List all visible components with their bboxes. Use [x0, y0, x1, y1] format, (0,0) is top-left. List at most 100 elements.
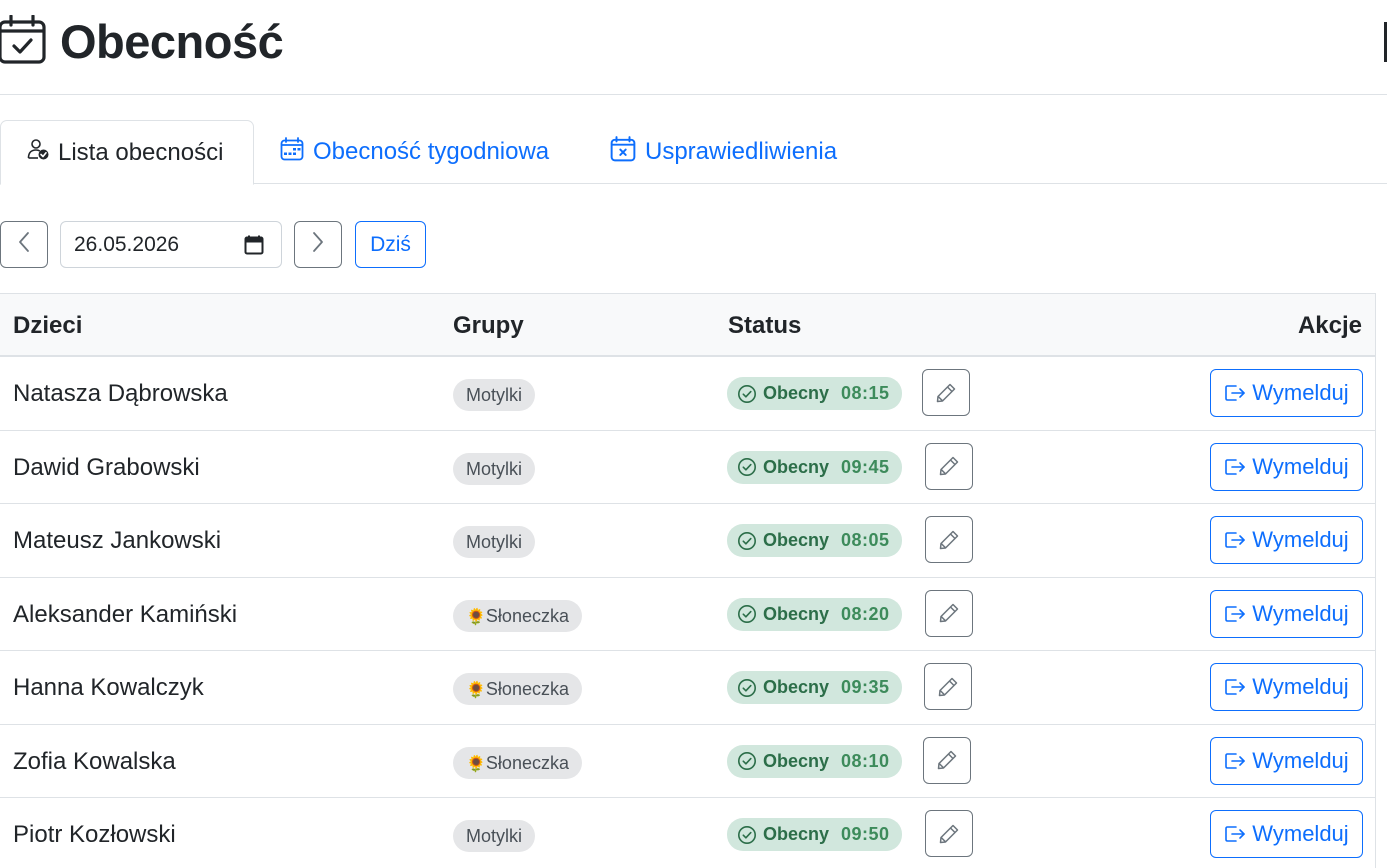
tab-label: Lista obecności: [58, 138, 224, 166]
group-name: Słoneczka: [485, 679, 569, 699]
box-arrow-right-icon: [1224, 529, 1246, 551]
box-arrow-right-icon: [1224, 456, 1246, 478]
edit-button[interactable]: [923, 736, 971, 784]
checkout-label: Wymelduj: [1252, 600, 1349, 626]
tab-weekly-attendance[interactable]: Obecność tygodniowa: [280, 120, 549, 184]
next-day-button[interactable]: [294, 221, 342, 268]
page-header: Obecność: [0, 0, 1387, 95]
checkout-button[interactable]: Wymelduj: [1210, 442, 1363, 491]
edit-button[interactable]: [925, 810, 973, 857]
status-badge: Obecny 08:05: [727, 524, 902, 557]
checkout-label: Wymelduj: [1252, 453, 1349, 479]
group-name: Motylki: [466, 385, 523, 405]
child-name: Mateusz Jankowski: [13, 527, 222, 554]
table-row: Mateusz Jankowski Motylki Obecny 08:05 Wymel…: [0, 504, 1375, 578]
check-in-time: 08:20: [841, 603, 890, 624]
pencil-icon: [936, 749, 958, 771]
check-circle-icon: [737, 678, 757, 698]
check-in-time: 09:35: [841, 677, 890, 697]
box-arrow-right-icon: [1224, 676, 1246, 698]
status-label: Obecny: [763, 824, 830, 844]
calendar-week-icon: [280, 136, 304, 168]
edit-button[interactable]: [922, 369, 970, 416]
child-name: Piotr Kozłowski: [13, 821, 176, 848]
checkout-label: Wymelduj: [1252, 527, 1349, 552]
sunflower-icon: 🌻: [466, 608, 486, 626]
group-name: Słoneczka: [485, 752, 569, 773]
table-row: Dawid Grabowski Motylki Obecny 09:45 Wymeldu…: [0, 431, 1375, 504]
table-row: Natasza Dąbrowska Motylki Obecny 08:15 Wymel…: [0, 357, 1375, 431]
calendar-x-icon: [610, 135, 636, 169]
group-badge: Motylki: [453, 526, 536, 558]
check-circle-icon: [737, 825, 757, 845]
chevron-right-icon: [311, 231, 325, 258]
group-name: Motylki: [466, 458, 523, 479]
checkout-button[interactable]: Wymelduj: [1210, 663, 1363, 711]
check-circle-icon: [737, 384, 757, 404]
table-row: Piotr Kozłowski Motylki Obecny 09:50 Wymeldu…: [0, 798, 1375, 868]
checkout-button[interactable]: Wymelduj: [1210, 810, 1363, 858]
checkout-button[interactable]: Wymelduj: [1210, 516, 1363, 564]
pencil-icon: [935, 382, 957, 404]
status-label: Obecny: [763, 603, 830, 624]
edit-button[interactable]: [924, 663, 972, 710]
table-row: Hanna Kowalczyk 🌻Słoneczka Obecny 09:35 Wyme…: [0, 651, 1375, 725]
status-label: Obecny: [763, 530, 830, 550]
status-badge: Obecny 08:10: [727, 744, 902, 778]
checkout-button[interactable]: Wymelduj: [1210, 736, 1363, 785]
status-label: Obecny: [763, 750, 830, 771]
checkout-label: Wymelduj: [1252, 674, 1349, 699]
group-badge: 🌻Słoneczka: [453, 746, 582, 779]
status-label: Obecny: [763, 677, 830, 697]
box-arrow-right-icon: [1224, 750, 1246, 772]
tab-label: Obecność tygodniowa: [313, 138, 550, 165]
checkout-button[interactable]: Wymelduj: [1210, 369, 1363, 417]
chevron-left-icon: [17, 231, 31, 258]
child-name: Hanna Kowalczyk: [13, 674, 204, 701]
check-circle-icon: [737, 751, 757, 771]
check-in-time: 09:50: [841, 824, 890, 844]
child-name: Natasza Dąbrowska: [13, 380, 228, 407]
check-in-time: 08:10: [841, 750, 890, 771]
status-badge: Obecny 08:20: [727, 597, 902, 631]
today-button[interactable]: Dziś: [355, 221, 426, 268]
checkout-label: Wymelduj: [1252, 821, 1349, 846]
tab-excuses[interactable]: Usprawiedliwienia: [610, 120, 837, 184]
group-badge: Motylki: [453, 452, 536, 485]
group-badge: 🌻Słoneczka: [453, 599, 582, 632]
date-value: 26.05.2026: [74, 232, 180, 256]
child-name: Zofia Kowalska: [13, 747, 176, 775]
table-row: Aleksander Kamiński 🌻Słoneczka Obecny 08:20…: [0, 578, 1375, 651]
edit-button[interactable]: [925, 442, 973, 490]
check-in-time: 09:45: [841, 456, 890, 477]
pencil-icon: [938, 823, 960, 845]
check-in-time: 08:15: [841, 383, 890, 403]
calendar-icon[interactable]: [244, 235, 264, 261]
column-header-status: Status: [728, 312, 802, 339]
status-label: Obecny: [763, 456, 830, 477]
edit-button[interactable]: [925, 589, 973, 637]
group-name: Motylki: [466, 532, 523, 552]
tab-attendance-list[interactable]: Lista obecności: [0, 120, 254, 185]
pencil-icon: [938, 455, 960, 477]
group-badge: Motylki: [453, 379, 536, 411]
page-title: Obecność: [60, 15, 284, 68]
child-name: Aleksander Kamiński: [13, 600, 238, 628]
check-in-time: 08:05: [841, 530, 890, 550]
status-badge: Obecny 09:45: [727, 450, 902, 484]
status-badge: Obecny 09:35: [727, 671, 902, 704]
group-badge: Motylki: [453, 820, 536, 852]
checkout-label: Wymelduj: [1252, 747, 1349, 773]
checkout-button[interactable]: Wymelduj: [1210, 589, 1363, 638]
previous-day-button[interactable]: [0, 221, 48, 268]
column-header-groups: Grupy: [453, 312, 524, 339]
group-name: Motylki: [466, 826, 523, 846]
box-arrow-right-icon: [1224, 823, 1246, 845]
edit-button[interactable]: [925, 516, 973, 563]
checkout-label: Wymelduj: [1252, 380, 1349, 405]
status-badge: Obecny 08:15: [727, 377, 902, 410]
check-circle-icon: [737, 604, 757, 624]
date-picker-input[interactable]: 26.05.2026: [60, 221, 282, 268]
status-label: Obecny: [763, 383, 830, 403]
status-badge: Obecny 09:50: [727, 818, 902, 851]
